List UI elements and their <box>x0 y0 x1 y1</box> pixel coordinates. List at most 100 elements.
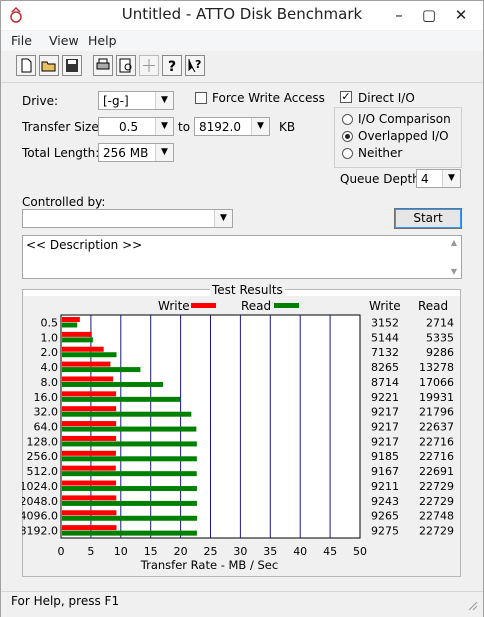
legend-write-label: Write <box>158 299 190 313</box>
to-label: to <box>178 120 191 134</box>
write-value: 7132 <box>371 346 399 359</box>
chevron-down-icon: ▼ <box>214 210 232 227</box>
read-value: 22691 <box>419 465 454 478</box>
chevron-down-icon: ▼ <box>155 144 173 161</box>
chevron-down-icon: ▼ <box>251 118 269 135</box>
print-icon[interactable] <box>93 55 113 76</box>
write-bar <box>62 406 117 412</box>
read-bar <box>62 367 141 373</box>
read-bar <box>62 426 197 432</box>
overlapped-io-label: Overlapped I/O <box>358 129 449 143</box>
category-label: 0.5 <box>41 316 59 329</box>
save-disk-icon[interactable] <box>62 55 82 76</box>
svg-text:?: ? <box>168 59 176 75</box>
write-bar <box>62 435 117 441</box>
write-value: 9217 <box>371 406 399 419</box>
legend-write-swatch <box>191 303 216 308</box>
controlled-by-label: Controlled by: <box>22 195 106 209</box>
x-tick-label: 20 <box>174 545 188 558</box>
io-comparison-radio[interactable] <box>342 114 353 125</box>
x-axis-label: Transfer Rate - MB / Sec <box>140 558 278 572</box>
total-length-select[interactable]: 256 MB ▼ <box>98 143 174 162</box>
total-length-value: 256 MB <box>103 146 149 160</box>
x-tick-label: 30 <box>233 545 247 558</box>
category-label: 1.0 <box>41 331 59 344</box>
write-value: 9243 <box>371 495 399 508</box>
x-tick-label: 10 <box>114 545 128 558</box>
controlled-by-select[interactable]: ▼ <box>22 209 233 228</box>
drive-value: [-g-] <box>103 94 129 108</box>
write-value: 8714 <box>371 376 399 389</box>
x-tick-label: 45 <box>323 545 337 558</box>
help-icon[interactable]: ? <box>162 55 182 76</box>
category-label: 16.0 <box>34 391 59 404</box>
x-tick-label: 40 <box>293 545 307 558</box>
new-file-icon[interactable] <box>16 55 36 76</box>
force-write-checkbox[interactable] <box>195 92 207 104</box>
direct-io-label: Direct I/O <box>358 91 415 105</box>
neither-radio[interactable] <box>342 148 353 159</box>
category-label: 1024.0 <box>22 480 58 493</box>
read-bar <box>62 337 93 343</box>
move-icon[interactable] <box>139 55 159 76</box>
menu-help[interactable]: Help <box>88 33 117 48</box>
read-value: 19931 <box>419 391 454 404</box>
write-bar <box>62 421 117 427</box>
drive-select[interactable]: [-g-] ▼ <box>98 91 174 110</box>
category-label: 512.0 <box>27 465 59 478</box>
write-bar <box>62 495 117 501</box>
write-bar <box>62 346 104 352</box>
resize-grip-icon[interactable] <box>466 599 478 611</box>
overlapped-io-radio[interactable] <box>342 131 353 142</box>
open-folder-icon[interactable] <box>39 55 59 76</box>
read-value: 22729 <box>419 480 454 493</box>
read-bar <box>62 381 164 387</box>
scroll-down-icon[interactable]: ▼ <box>451 267 457 276</box>
scroll-up-icon[interactable]: ▲ <box>451 238 457 247</box>
neither-label: Neither <box>358 146 403 160</box>
category-label: 32.0 <box>34 406 59 419</box>
write-value: 9167 <box>371 465 399 478</box>
read-bar <box>62 500 197 506</box>
read-value: 22729 <box>419 525 454 538</box>
write-value: 9211 <box>371 480 399 493</box>
write-bar <box>62 391 117 397</box>
read-value: 22716 <box>419 450 454 463</box>
svg-text:?: ? <box>195 58 201 71</box>
x-tick-label: 25 <box>204 545 218 558</box>
direct-io-checkbox[interactable]: ✓ <box>340 91 352 103</box>
write-value: 9217 <box>371 435 399 448</box>
read-bar <box>62 441 197 447</box>
menu-file[interactable]: File <box>11 33 32 48</box>
start-button[interactable]: Start <box>394 208 462 229</box>
read-bar <box>62 530 197 536</box>
minimize-button[interactable]: – <box>384 1 414 29</box>
read-bar <box>62 322 78 328</box>
write-bar <box>62 525 117 531</box>
force-write-label: Force Write Access <box>212 91 325 105</box>
transfer-to-select[interactable]: 8192.0 ▼ <box>194 117 270 136</box>
read-value: 22637 <box>419 421 454 434</box>
category-label: 2.0 <box>41 346 59 359</box>
transfer-from-select[interactable]: 0.5 ▼ <box>98 117 174 136</box>
context-help-icon[interactable]: ? <box>185 55 205 76</box>
category-label: 64.0 <box>34 421 59 434</box>
queue-depth-label: Queue Depth: <box>340 172 424 186</box>
read-value: 21796 <box>419 406 454 419</box>
description-field[interactable]: << Description >> ▲ ▼ <box>22 235 462 279</box>
write-bar <box>62 480 117 486</box>
queue-depth-select[interactable]: 4 ▼ <box>416 169 461 188</box>
print-preview-icon[interactable] <box>116 55 136 76</box>
read-value: 9286 <box>426 346 454 359</box>
maximize-button[interactable]: ▢ <box>414 1 444 29</box>
read-bar <box>62 411 192 417</box>
write-value: 5144 <box>371 331 399 344</box>
write-bar <box>62 317 80 322</box>
menu-view[interactable]: View <box>49 33 79 48</box>
category-label: 4.0 <box>41 361 59 374</box>
write-bar <box>62 376 114 382</box>
write-value: 9185 <box>371 450 399 463</box>
close-button[interactable]: ✕ <box>446 1 476 29</box>
x-tick-label: 15 <box>144 545 158 558</box>
chevron-down-icon: ▼ <box>155 118 173 135</box>
